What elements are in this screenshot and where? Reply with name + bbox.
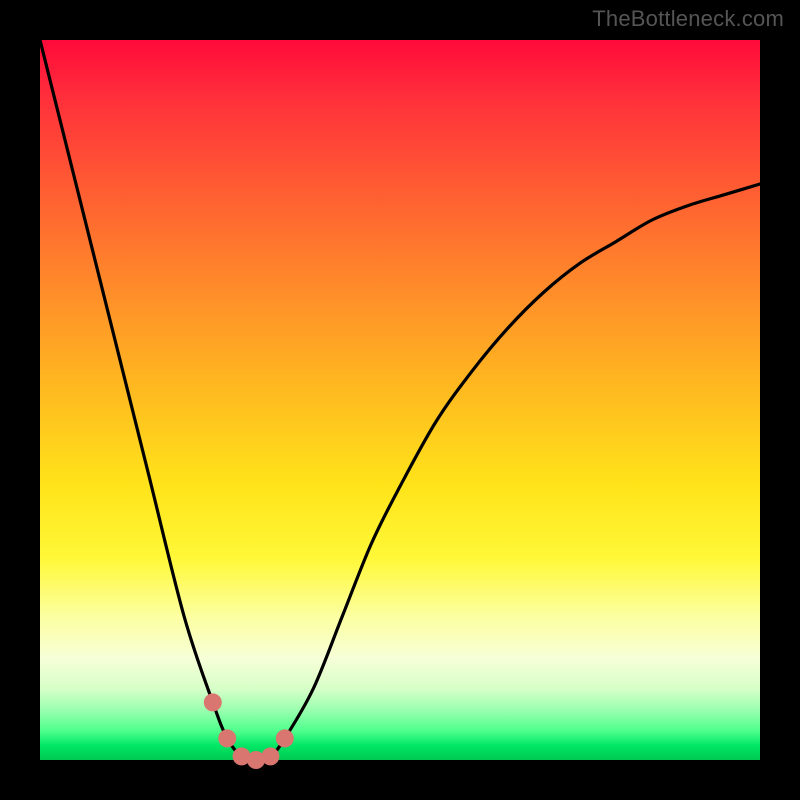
bottleneck-curve: [40, 40, 760, 760]
optimal-range-markers: [204, 693, 294, 769]
marker-dot: [276, 729, 294, 747]
watermark-text: TheBottleneck.com: [592, 6, 784, 32]
marker-dot: [204, 693, 222, 711]
marker-dot: [218, 729, 236, 747]
chart-frame: TheBottleneck.com: [0, 0, 800, 800]
marker-dot: [261, 747, 279, 765]
plot-area: [40, 40, 760, 760]
curve-svg: [40, 40, 760, 760]
